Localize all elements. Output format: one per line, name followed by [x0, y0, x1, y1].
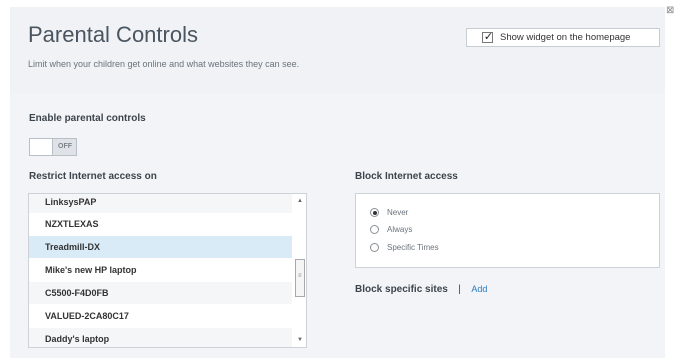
show-widget-checkbox[interactable]: ✓ Show widget on the homepage: [466, 28, 660, 47]
device-list-item[interactable]: Treadmill-DX: [29, 236, 292, 259]
toggle-knob[interactable]: [30, 139, 53, 155]
block-internet-options: Never Always Specific Times: [355, 193, 660, 268]
checkbox-icon[interactable]: ✓: [482, 31, 494, 43]
device-list-item[interactable]: Mike's new HP laptop: [29, 259, 292, 282]
radio-selected-dot: [372, 210, 377, 215]
page-header: [10, 7, 665, 93]
radio-label: Never: [387, 208, 409, 217]
radio-label: Specific Times: [387, 243, 439, 252]
scroll-down-icon[interactable]: ▼: [296, 336, 304, 344]
device-list-item[interactable]: VALUED-2CA80C17: [29, 305, 292, 328]
close-icon[interactable]: ⊠: [666, 6, 675, 16]
separator: |: [458, 284, 461, 295]
device-list-scrollbar[interactable]: ▲ ≡ ▼: [294, 194, 306, 347]
device-list-item[interactable]: C5500-F4D0FB: [29, 282, 292, 305]
block-specific-sites-row: Block specific sites | Add: [355, 279, 487, 295]
radio-button-icon[interactable]: [370, 208, 379, 217]
device-list[interactable]: LinksysPAP NZXTLEXAS Treadmill-DX Mike's ne…: [28, 193, 307, 348]
checkmark-icon: ✓: [483, 31, 494, 43]
block-internet-label: Block Internet access: [355, 171, 458, 182]
radio-button-icon[interactable]: [370, 243, 379, 252]
add-site-link[interactable]: Add: [471, 284, 487, 294]
enable-parental-controls-label: Enable parental controls: [29, 113, 146, 124]
device-list-item[interactable]: NZXTLEXAS: [29, 213, 292, 236]
block-specific-sites-label: Block specific sites: [355, 284, 448, 295]
scroll-thumb[interactable]: ≡: [295, 259, 305, 297]
parental-controls-page: ⊠ Parental Controls Limit when your chil…: [0, 0, 675, 358]
page-title: Parental Controls: [28, 22, 198, 47]
device-list-item[interactable]: Daddy's laptop: [29, 328, 292, 347]
grip-icon: ≡: [298, 273, 302, 279]
scroll-up-icon[interactable]: ▲: [296, 197, 304, 205]
page-subtitle: Limit when your children get online and …: [28, 59, 300, 69]
parental-controls-toggle[interactable]: OFF: [29, 138, 77, 156]
restrict-internet-label: Restrict Internet access on: [29, 171, 157, 182]
radio-button-icon[interactable]: [370, 225, 379, 234]
radio-label: Always: [387, 225, 413, 234]
device-list-item[interactable]: LinksysPAP: [29, 194, 292, 214]
show-widget-label: Show widget on the homepage: [500, 32, 631, 43]
toggle-state: OFF: [58, 143, 72, 150]
